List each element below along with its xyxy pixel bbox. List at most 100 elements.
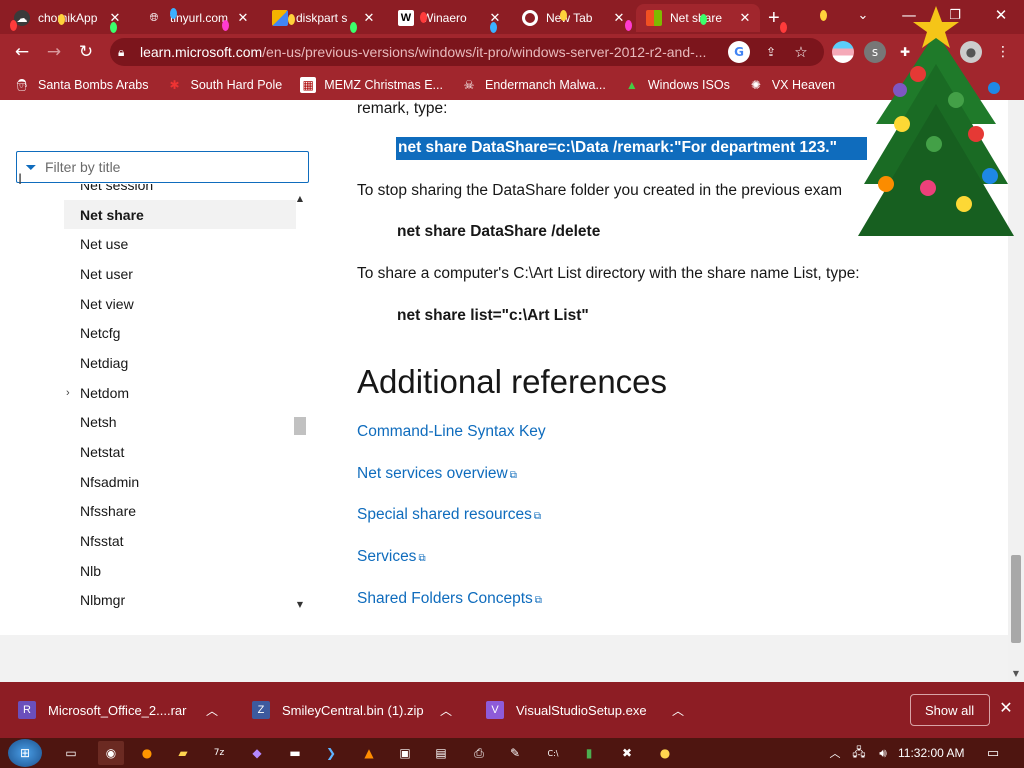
bookmark-item[interactable]: ✺ VX Heaven xyxy=(748,77,835,93)
scroll-down-arrow-icon[interactable]: ▼ xyxy=(1008,669,1024,678)
reference-link[interactable]: Command-Line Syntax Key xyxy=(357,423,546,441)
code-line[interactable]: net share list="c:\Art List" xyxy=(397,307,589,325)
chevron-up-icon[interactable]: ︿ xyxy=(672,702,684,719)
bookmark-item[interactable]: ▲ Windows ISOs xyxy=(624,77,730,93)
menu-kebab-icon[interactable]: ⋮ xyxy=(992,41,1014,63)
taskbar-clock[interactable]: 11:32:00 AM xyxy=(898,738,965,768)
close-downloads-bar-icon[interactable]: ✕ xyxy=(996,698,1016,718)
window-close-button[interactable]: ✕ xyxy=(978,0,1024,30)
visual-studio-taskbar-icon[interactable]: ◆ xyxy=(244,741,270,765)
toc-item[interactable]: Net view xyxy=(64,289,296,319)
app-taskbar-icon[interactable]: ▣ xyxy=(392,741,418,765)
close-icon[interactable]: ✕ xyxy=(486,10,504,26)
bookmark-star-icon[interactable]: ☆ xyxy=(790,41,812,63)
start-orb-icon[interactable]: ⊞ xyxy=(8,739,42,767)
tab-winaero[interactable]: W Winaero ✕ xyxy=(388,4,510,32)
profile-avatar-icon[interactable]: ● xyxy=(960,41,982,63)
toc-item[interactable]: Nfsshare xyxy=(64,497,296,527)
page-scrollbar[interactable]: ▼ xyxy=(1008,100,1024,682)
chevron-right-icon[interactable]: › xyxy=(66,387,70,399)
tray-expand-icon[interactable]: ︿ xyxy=(822,741,848,765)
share-icon[interactable]: ⇪ xyxy=(760,41,782,63)
scroll-up-arrow-icon[interactable]: ▲ xyxy=(292,192,308,204)
forward-button[interactable]: → xyxy=(40,38,68,66)
toc-item[interactable]: Net session xyxy=(64,184,296,200)
close-icon[interactable]: ✕ xyxy=(234,10,252,26)
google-lens-icon[interactable]: G xyxy=(728,41,750,63)
chevron-up-icon[interactable]: ︿ xyxy=(440,702,452,719)
toc-item[interactable]: Nfsstat xyxy=(64,526,296,556)
scroll-down-arrow-icon[interactable]: ▼ xyxy=(292,598,308,610)
window-taskbar-icon[interactable]: ▬ xyxy=(282,741,308,765)
chevron-up-icon[interactable]: ︿ xyxy=(206,702,218,719)
chrome-taskbar-icon[interactable]: ◉ xyxy=(98,741,124,765)
notifications-icon[interactable]: ▭ xyxy=(980,741,1006,765)
bookmark-item[interactable]: 🎅︎ Santa Bombs Arabs xyxy=(14,77,148,93)
vlc-taskbar-icon[interactable]: ▲ xyxy=(356,741,382,765)
toc-item[interactable]: Netstat xyxy=(64,437,296,467)
code-line-selected[interactable]: net share DataShare=c:\Data /remark:"For… xyxy=(396,137,867,160)
reference-link[interactable]: Special shared resources ⧉ xyxy=(357,506,541,524)
network-tray-icon[interactable]: 🖧︎ xyxy=(846,741,872,765)
extension-flag-icon[interactable] xyxy=(832,41,854,63)
tab-new-tab[interactable]: New Tab ✕ xyxy=(512,4,634,32)
bookmark-item[interactable]: ✱ South Hard Pole xyxy=(166,77,282,93)
toc-item[interactable]: Net user xyxy=(64,259,296,289)
close-icon[interactable]: ✕ xyxy=(736,10,754,26)
toc-item[interactable]: Netcfg xyxy=(64,318,296,348)
firefox-taskbar-icon[interactable]: ● xyxy=(134,741,160,765)
reference-link[interactable]: Net services overview ⧉ xyxy=(357,465,517,483)
printer-taskbar-icon[interactable]: ⎙ xyxy=(466,741,492,765)
bookmark-item[interactable]: ☠ Endermanch Malwa... xyxy=(461,77,606,93)
show-all-downloads-button[interactable]: Show all xyxy=(910,694,990,726)
file-explorer-icon[interactable]: ▰ xyxy=(170,741,196,765)
back-button[interactable]: ← xyxy=(8,38,36,66)
filter-input[interactable]: ⏷ Filter by title xyxy=(16,151,309,183)
reference-link[interactable]: Shared Folders Concepts ⧉ xyxy=(357,590,542,608)
app-taskbar-icon[interactable]: ● xyxy=(652,741,678,765)
powershell-taskbar-icon[interactable]: ❯ xyxy=(318,741,344,765)
tab-search-chevron-icon[interactable]: ⌄ xyxy=(840,0,886,30)
extension-s-icon[interactable]: s xyxy=(864,41,886,63)
task-view-icon[interactable]: ▭ xyxy=(58,741,84,765)
toc-scroll-thumb[interactable] xyxy=(294,417,306,435)
download-item[interactable]: Z SmileyCentral.bin (1).zip ︿ xyxy=(252,682,464,738)
tab-chomikapp[interactable]: ☁ chomikApp ✕ xyxy=(4,4,130,32)
download-item[interactable]: R Microsoft_Office_2....rar ︿ xyxy=(18,682,230,738)
download-item[interactable]: V VisualStudioSetup.exe ︿ xyxy=(486,682,698,738)
volume-tray-icon[interactable]: 🔊︎ xyxy=(870,741,896,765)
address-bar[interactable]: 🔒︎ learn.microsoft.com /en-us/previous-v… xyxy=(110,38,824,66)
app-taskbar-icon[interactable]: ▮ xyxy=(576,741,602,765)
cmd-taskbar-icon[interactable]: C:\ xyxy=(540,741,566,765)
toc-item[interactable]: Netdiag xyxy=(64,348,296,378)
section-heading: Additional references xyxy=(357,363,668,400)
tab-tinyurl[interactable]: 🌐︎ tinyurl.com ✕ xyxy=(136,4,258,32)
paint-taskbar-icon[interactable]: ✎ xyxy=(502,741,528,765)
reference-link[interactable]: Services ⧉ xyxy=(357,548,426,566)
toc-item[interactable]: Nlb xyxy=(64,556,296,586)
tab-title: chomikApp xyxy=(38,11,98,25)
new-tab-button[interactable]: + xyxy=(762,4,792,32)
toc-item[interactable]: Net use xyxy=(64,229,296,259)
close-icon[interactable]: ✕ xyxy=(360,10,378,26)
toc-item[interactable]: › Netdom xyxy=(64,378,296,408)
page-scroll-thumb[interactable] xyxy=(1011,555,1021,643)
minimize-button[interactable]: — xyxy=(886,0,932,30)
extensions-puzzle-icon[interactable]: ✚ xyxy=(894,41,916,63)
code-line[interactable]: net share DataShare /delete xyxy=(397,223,600,241)
toc-scrollbar[interactable]: ▲ ▼ xyxy=(292,192,308,610)
close-icon[interactable]: ✕ xyxy=(610,10,628,26)
reload-button[interactable]: ↻ xyxy=(72,38,100,66)
app-taskbar-icon[interactable]: ▤ xyxy=(428,741,454,765)
toc-item-selected[interactable]: Net share xyxy=(64,199,296,230)
close-icon[interactable]: ✕ xyxy=(106,10,124,26)
toc-item[interactable]: Netsh xyxy=(64,408,296,438)
toc-item[interactable]: Nfsadmin xyxy=(64,467,296,497)
bookmark-item[interactable]: ▦ MEMZ Christmas E... xyxy=(300,77,443,93)
restore-button[interactable]: ❐ xyxy=(932,0,978,30)
toc-item[interactable]: Nlbmgr xyxy=(64,586,296,612)
tab-net-share[interactable]: Net share ✕ xyxy=(636,4,760,32)
7zip-taskbar-icon[interactable]: 7z xyxy=(206,741,232,765)
tab-diskpart[interactable]: diskpart s ✕ xyxy=(262,4,384,32)
close-app-taskbar-icon[interactable]: ✖ xyxy=(614,741,640,765)
